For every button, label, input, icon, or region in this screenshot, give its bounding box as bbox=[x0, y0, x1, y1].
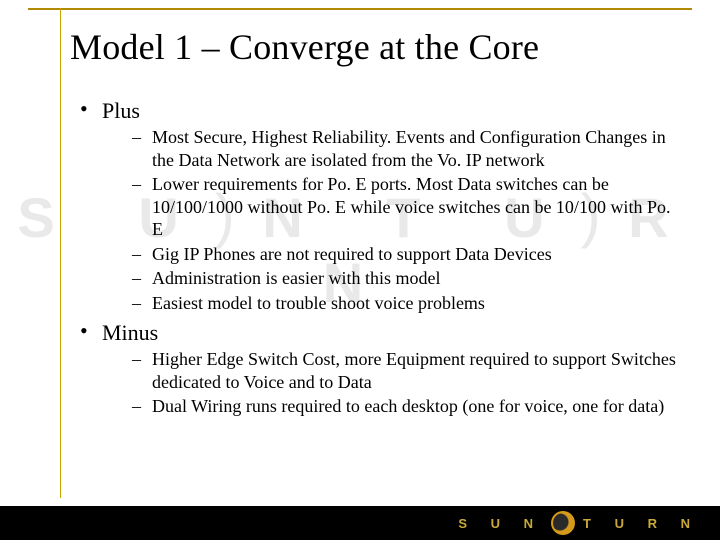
list-item: Most Secure, Highest Reliability. Events… bbox=[132, 126, 680, 171]
footer-bar: S U N T U R N bbox=[0, 506, 720, 540]
section-minus: Minus Higher Edge Switch Cost, more Equi… bbox=[80, 320, 680, 418]
list-item: Gig IP Phones are not required to suppor… bbox=[132, 243, 680, 266]
sub-list: Higher Edge Switch Cost, more Equipment … bbox=[132, 348, 680, 418]
section-plus: Plus Most Secure, Highest Reliability. E… bbox=[80, 98, 680, 314]
moon-icon bbox=[553, 513, 573, 533]
list-item: Higher Edge Switch Cost, more Equipment … bbox=[132, 348, 680, 393]
brand-text-right: T U R N bbox=[583, 516, 700, 531]
slide: S U N T U R N Model 1 – Converge at the … bbox=[0, 0, 720, 540]
top-rule bbox=[28, 8, 692, 10]
sub-list: Most Secure, Highest Reliability. Events… bbox=[132, 126, 680, 314]
left-rule bbox=[60, 8, 61, 498]
section-label: Plus bbox=[102, 98, 140, 123]
brand-logo: S U N T U R N bbox=[458, 511, 700, 535]
list-item: Easiest model to trouble shoot voice pro… bbox=[132, 292, 680, 315]
list-item: Dual Wiring runs required to each deskto… bbox=[132, 395, 680, 418]
slide-body: Plus Most Secure, Highest Reliability. E… bbox=[70, 92, 680, 480]
list-item: Lower requirements for Po. E ports. Most… bbox=[132, 173, 680, 241]
brand-text-left: S U N bbox=[458, 516, 543, 531]
slide-title: Model 1 – Converge at the Core bbox=[70, 26, 690, 68]
sun-icon bbox=[551, 511, 575, 535]
bullet-list: Plus Most Secure, Highest Reliability. E… bbox=[80, 98, 680, 418]
list-item: Administration is easier with this model bbox=[132, 267, 680, 290]
section-label: Minus bbox=[102, 320, 158, 345]
